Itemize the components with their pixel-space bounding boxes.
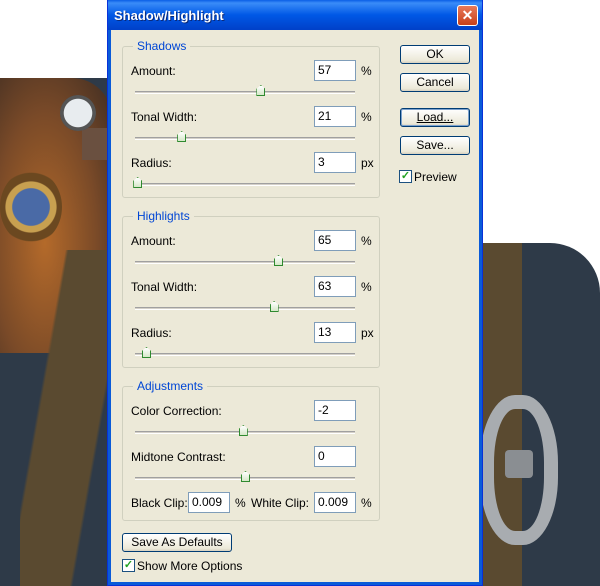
black-clip-unit: %	[235, 496, 246, 510]
white-clip-unit: %	[361, 496, 372, 510]
save-button[interactable]: Save...	[400, 136, 470, 155]
highlights-radius-slider-thumb[interactable]	[142, 347, 151, 358]
color-correction-slider[interactable]	[135, 425, 355, 436]
preview-checkbox[interactable]: ✓	[399, 170, 412, 183]
highlights-amount-unit: %	[361, 234, 372, 248]
highlights-tonal-width-field[interactable]: 63	[314, 276, 356, 297]
check-icon: ✓	[123, 559, 134, 571]
shadows-radius-slider-thumb[interactable]	[133, 177, 143, 188]
highlights-amount-slider[interactable]	[135, 255, 355, 266]
white-clip-field[interactable]: 0.009	[314, 492, 356, 513]
helmet-porthole-image	[0, 170, 62, 244]
shadows-amount-field[interactable]: 57	[314, 60, 356, 81]
close-button[interactable]: ✕	[457, 5, 478, 26]
shadows-amount-slider[interactable]	[135, 85, 355, 96]
highlights-tonal-width-slider[interactable]	[135, 301, 355, 312]
strap-left-image	[20, 250, 112, 586]
color-correction-label: Color Correction:	[131, 404, 222, 418]
check-icon: ✓	[400, 170, 411, 182]
pressure-gauge-image	[60, 95, 96, 131]
title-bar[interactable]: Shadow/Highlight ✕	[108, 0, 482, 30]
highlights-radius-field[interactable]: 13	[314, 322, 356, 343]
shadows-tonal-width-unit: %	[361, 110, 372, 124]
load-button[interactable]: Load...	[400, 108, 470, 127]
shadows-tonal-width-field[interactable]: 21	[314, 106, 356, 127]
shadows-group: Shadows Amount: 57 % Tonal Width: 21 % R…	[122, 39, 380, 198]
color-correction-slider-thumb[interactable]	[238, 425, 248, 436]
dialog-title: Shadow/Highlight	[114, 8, 224, 23]
shadows-radius-unit: px	[361, 156, 374, 170]
black-clip-label: Black Clip:	[131, 496, 188, 510]
highlights-amount-field[interactable]: 65	[314, 230, 356, 251]
shadows-tonal-width-slider-thumb[interactable]	[177, 131, 187, 142]
highlights-radius-slider[interactable]	[135, 347, 355, 358]
shadows-radius-label: Radius:	[131, 156, 172, 170]
shadows-amount-slider-thumb[interactable]	[256, 85, 266, 96]
highlights-amount-label: Amount:	[131, 234, 176, 248]
black-clip-field[interactable]: 0.009	[188, 492, 230, 513]
cancel-button[interactable]: Cancel	[400, 73, 470, 92]
shadows-tonal-width-slider[interactable]	[135, 131, 355, 142]
adjustments-group: Adjustments Color Correction: -2 Midtone…	[122, 379, 380, 521]
shadows-amount-unit: %	[361, 64, 372, 78]
highlights-amount-slider-thumb[interactable]	[274, 255, 283, 266]
preview-label: Preview	[414, 170, 457, 184]
color-correction-field[interactable]: -2	[314, 400, 356, 421]
white-clip-label: White Clip:	[251, 496, 310, 510]
shadows-legend: Shadows	[133, 39, 191, 53]
highlights-tonal-width-unit: %	[361, 280, 372, 294]
highlights-legend: Highlights	[133, 209, 194, 223]
load-button-label: Load...	[416, 110, 454, 124]
midtone-contrast-label: Midtone Contrast:	[131, 450, 226, 464]
midtone-contrast-slider-thumb[interactable]	[241, 471, 250, 482]
ok-button[interactable]: OK	[400, 45, 470, 64]
shadows-amount-label: Amount:	[131, 64, 176, 78]
midtone-contrast-field[interactable]: 0	[314, 446, 356, 467]
shadows-tonal-width-label: Tonal Width:	[131, 110, 198, 124]
save-as-defaults-button[interactable]: Save As Defaults	[122, 533, 232, 552]
midtone-contrast-slider[interactable]	[135, 471, 355, 482]
shadows-radius-field[interactable]: 3	[314, 152, 356, 173]
shadows-radius-slider[interactable]	[133, 177, 355, 188]
shadow-highlight-dialog: Shadow/Highlight ✕ Shadows Amount: 57 % …	[107, 0, 483, 586]
highlights-radius-label: Radius:	[131, 326, 172, 340]
highlights-tonal-width-slider-thumb[interactable]	[269, 301, 279, 312]
gauge-stem-image	[82, 128, 108, 160]
adjustments-legend: Adjustments	[133, 379, 208, 393]
highlights-tonal-width-label: Tonal Width:	[131, 280, 198, 294]
show-more-options-checkbox[interactable]: ✓	[122, 559, 135, 572]
highlights-group: Highlights Amount: 65 % Tonal Width: 63 …	[122, 209, 380, 368]
valve-hub-image	[505, 450, 533, 478]
show-more-options-label: Show More Options	[137, 559, 243, 573]
highlights-radius-unit: px	[361, 326, 374, 340]
